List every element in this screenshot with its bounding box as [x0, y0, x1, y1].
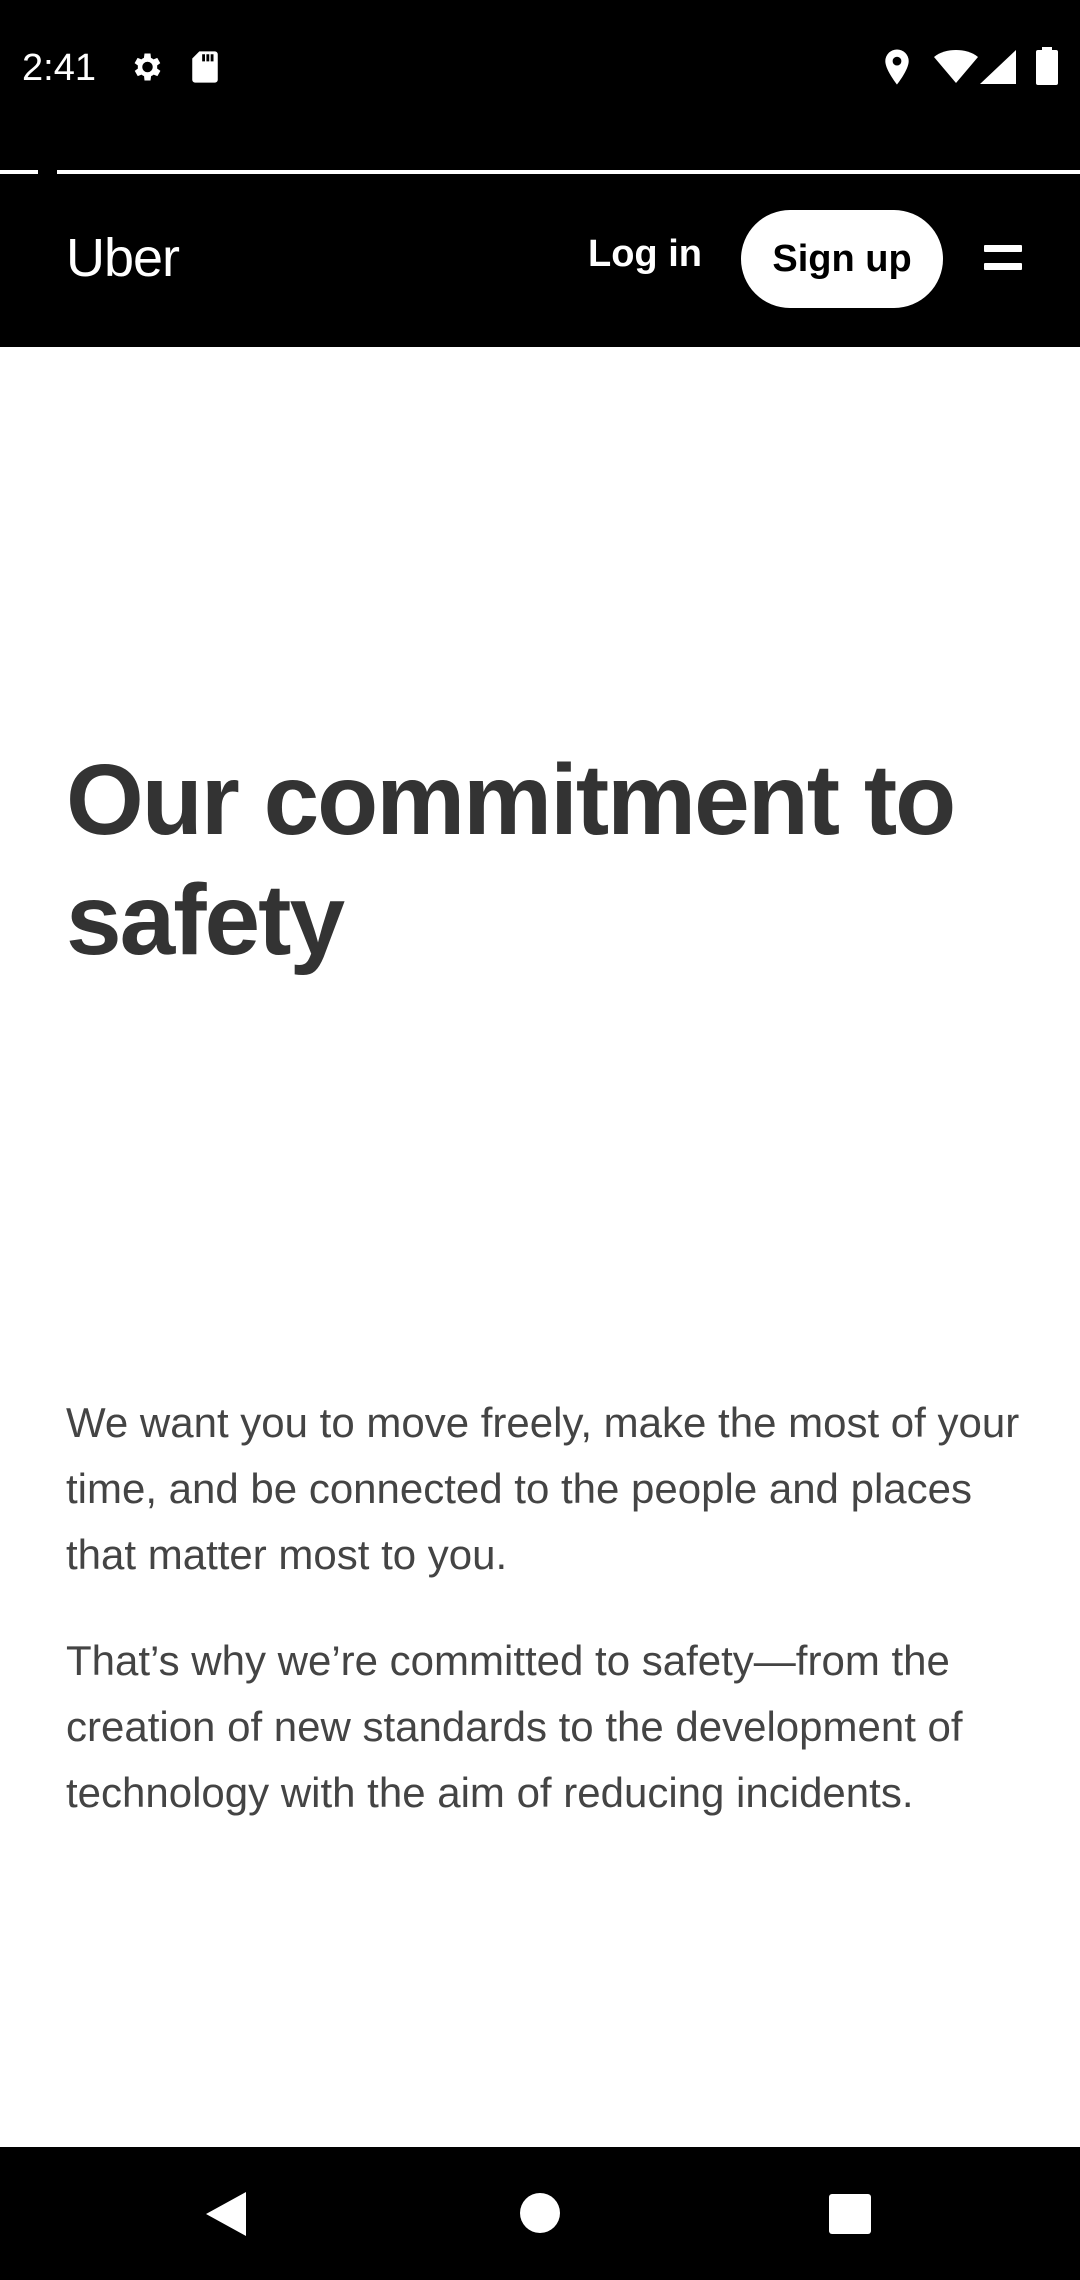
site-header: Uber Log in Sign up — [0, 175, 1080, 347]
signal-icon — [980, 50, 1016, 84]
page-load-progress — [0, 135, 1080, 175]
progress-segment — [57, 170, 1080, 174]
settings-icon — [128, 49, 164, 85]
wifi-icon — [934, 50, 978, 84]
signup-button[interactable]: Sign up — [741, 210, 943, 308]
uber-logo[interactable]: Uber — [66, 227, 180, 289]
progress-segment — [0, 170, 38, 174]
status-bar: 2:41 — [0, 0, 1080, 135]
home-icon[interactable] — [519, 2192, 561, 2239]
page-title: Our commitment to safety — [66, 744, 956, 976]
recents-icon[interactable] — [829, 2194, 871, 2239]
location-icon — [882, 48, 912, 86]
status-time: 2:41 — [22, 47, 96, 89]
login-link[interactable]: Log in — [588, 233, 702, 276]
signup-button-label: Sign up — [772, 237, 912, 280]
safety-paragraph: That’s why we’re committed to safety—fro… — [66, 1637, 963, 1816]
main-content — [0, 347, 1080, 2147]
battery-icon — [1036, 47, 1058, 85]
hamburger-menu-icon[interactable] — [984, 242, 1024, 276]
system-nav-bar — [0, 2147, 1080, 2280]
back-icon[interactable] — [204, 2190, 248, 2243]
sd-card-icon — [190, 50, 220, 84]
intro-paragraph: We want you to move freely, make the mos… — [66, 1399, 1020, 1578]
